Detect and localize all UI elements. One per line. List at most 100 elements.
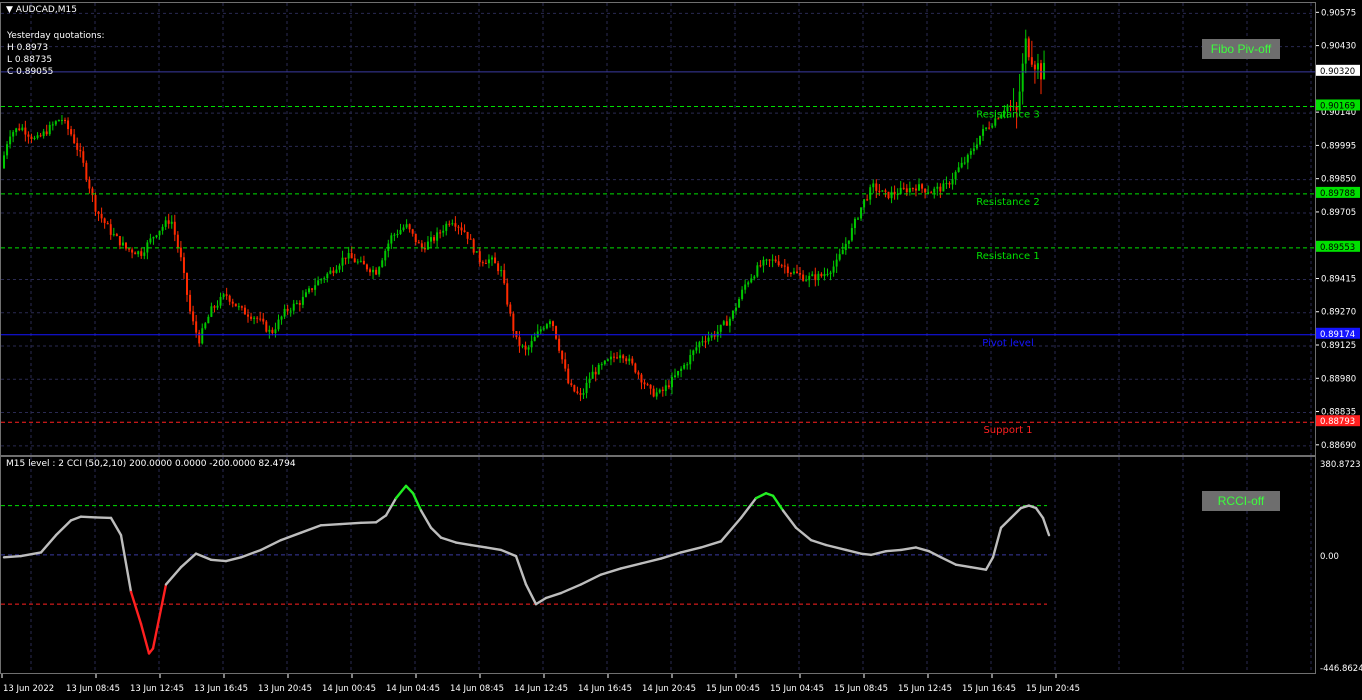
cci-line-segment	[859, 552, 873, 557]
cci-line-segment	[419, 509, 433, 529]
cci-line-segment	[754, 492, 768, 500]
candle-body	[716, 331, 719, 337]
candle-body	[722, 321, 725, 325]
candle-body	[365, 264, 368, 270]
cci-line-segment	[619, 562, 643, 570]
candle-body	[259, 318, 262, 320]
candle-body	[204, 323, 207, 329]
candle-body	[802, 274, 805, 281]
candle-body	[15, 128, 18, 133]
cci-line-segment	[544, 591, 563, 600]
candle-body	[567, 368, 570, 384]
candle-body	[88, 179, 91, 189]
price-tick-label: 0.89415	[1321, 274, 1356, 284]
cci-line-segment	[129, 590, 143, 626]
dropdown-triangle-icon[interactable]: ▼	[6, 5, 13, 15]
candle-body	[872, 183, 875, 188]
rcci-toggle-button[interactable]: RCCI-off	[1202, 491, 1280, 511]
candle-body	[579, 393, 582, 395]
time-tick-label: 13 Jun 08:45	[66, 684, 120, 694]
price-tick-label: 0.89125	[1321, 341, 1356, 351]
candle-body	[243, 307, 246, 315]
cci-line-segment	[794, 526, 813, 542]
cci-line-segment	[259, 538, 283, 552]
candle-body	[250, 316, 253, 319]
candle-body	[841, 250, 844, 255]
time-axis[interactable]: 13 Jun 2022 13 Jun 08:45 13 Jun 12:45 13 Ju…	[0, 674, 1362, 700]
candle-body	[1024, 38, 1027, 64]
candle-body	[911, 188, 914, 190]
symbol-title[interactable]: ▼ AUDCAD,M15	[6, 5, 77, 15]
candle-body	[963, 162, 966, 164]
candle-body	[518, 337, 521, 346]
candle-body	[143, 252, 146, 256]
candle-body	[466, 231, 469, 239]
candle-body	[921, 184, 924, 189]
candle-body	[933, 188, 936, 193]
price-chart-pane[interactable]: Resistance 3 Resistance 2 Resistance 1 Pivo…	[0, 2, 1316, 456]
cci-chart[interactable]	[1, 457, 1315, 673]
candle-body	[469, 238, 472, 240]
candle-body	[847, 240, 850, 244]
candle-body	[753, 276, 756, 279]
candle-body	[966, 154, 969, 163]
cci-line-segment	[1034, 506, 1045, 520]
cci-line-segment	[771, 494, 785, 512]
candle-body	[533, 336, 536, 342]
candle-body	[262, 318, 265, 322]
candle-body	[545, 324, 548, 329]
cci-line-segment	[484, 546, 503, 552]
cci-line-segment	[699, 540, 723, 549]
candle-body	[134, 252, 137, 255]
cci-axis[interactable]: 380.8723 0.00 -446.8624	[1316, 456, 1362, 674]
candle-body	[408, 224, 411, 230]
candle-body	[314, 285, 317, 290]
candle-body	[957, 167, 960, 172]
candle-body	[289, 310, 292, 312]
candle-body	[811, 274, 814, 276]
time-tick-label: 15 Jun 08:45	[834, 684, 888, 694]
candle-body	[677, 371, 680, 376]
cci-line-segment	[411, 492, 423, 512]
price-chart[interactable]: Resistance 3 Resistance 2 Resistance 1 Pivo…	[1, 3, 1315, 455]
candle-body	[396, 234, 399, 236]
candle-body	[698, 342, 701, 348]
fibo-pivot-toggle-button[interactable]: Fibo Piv-off	[1202, 39, 1280, 59]
cci-line-segment	[869, 549, 888, 557]
candle-body	[109, 224, 112, 235]
candle-body	[878, 190, 881, 192]
cci-line-segment	[809, 538, 828, 547]
price-axis[interactable]: 0.905750.904300.901400.899950.898500.897…	[1316, 0, 1362, 456]
cci-line-segment	[429, 526, 443, 539]
candle-body	[600, 364, 603, 366]
candle-body	[564, 359, 567, 369]
candle-body	[189, 294, 192, 312]
candle-body	[106, 222, 109, 225]
candle-body	[176, 234, 179, 248]
cci-line-segment	[991, 526, 1003, 559]
cci-line-segment	[394, 484, 408, 500]
candle-body	[631, 358, 634, 364]
candle-body	[402, 227, 405, 231]
candle-body	[1036, 63, 1039, 70]
candle-body	[192, 311, 195, 322]
candle-body	[829, 272, 832, 274]
level-label-resistance: Resistance 2	[976, 197, 1039, 208]
cci-line-segment	[69, 515, 83, 522]
candle-body	[814, 274, 817, 281]
cci-indicator-pane[interactable]	[0, 456, 1316, 674]
cci-line-segment	[239, 548, 263, 559]
cci-line-segment	[999, 516, 1013, 529]
candle-body	[625, 358, 628, 362]
candle-body	[731, 310, 734, 319]
candle-body	[789, 272, 792, 274]
cci-line-segment	[824, 543, 848, 552]
candle-body	[664, 385, 667, 391]
candle-body	[347, 253, 350, 259]
candle-body	[969, 151, 972, 155]
candle-body	[747, 282, 750, 285]
level-price-label: 0.89788	[1320, 189, 1355, 199]
candle-body	[384, 250, 387, 261]
candle-body	[692, 350, 695, 356]
yesterday-close: C 0.89055	[7, 67, 54, 77]
